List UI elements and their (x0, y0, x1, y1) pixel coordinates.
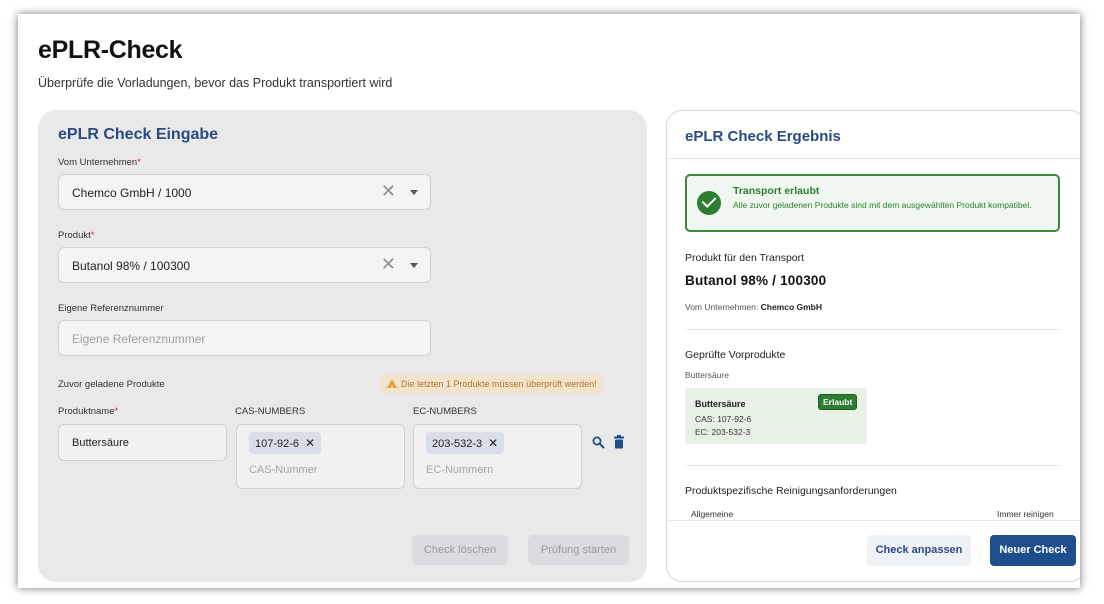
cas-chip: 107-92-6 ✕ (249, 432, 322, 454)
search-icon[interactable] (592, 436, 605, 449)
cleaning-value: Immer reinigen (997, 509, 1054, 519)
page-title: ePLR-Check (38, 36, 183, 64)
card-product-name: Buttersäure (695, 399, 746, 409)
product-select[interactable]: Butanol 98% / 100300 ✕ (58, 247, 431, 283)
page-subtitle: Überprüfe die Vorladungen, bevor das Pro… (38, 76, 393, 90)
transport-company: Vom Unternehmen: Chemco GmbH (685, 302, 823, 312)
input-panel: ePLR Check Eingabe Vom Unternehmen* Chem… (38, 110, 647, 582)
checked-product-card: Buttersäure Erlaubt CAS: 107-92-6 EC: 20… (685, 388, 867, 444)
check-circle-icon (697, 191, 721, 215)
reference-placeholder: Eigene Referenznummer (72, 332, 206, 346)
product-label: Produkt* (58, 230, 95, 241)
ec-number-input[interactable]: 203-532-3 ✕ EC-Nummern (413, 424, 582, 489)
trash-icon[interactable] (614, 435, 624, 449)
checked-sub: Buttersäure (685, 370, 729, 380)
col-ec-numbers: EC-NUMBERS (413, 406, 477, 417)
new-check-button[interactable]: Neuer Check (990, 535, 1076, 566)
transport-heading: Produkt für den Transport (685, 252, 805, 264)
col-product-name: Produktname* (58, 406, 119, 417)
reference-label: Eigene Referenznummer (58, 303, 164, 314)
warning-banner: Die letzten 1 Produkte müssen überprüft … (381, 374, 603, 399)
cas-number-input[interactable]: 107-92-6 ✕ CAS-Nummer (236, 424, 405, 489)
company-label: Vom Unternehmen* (58, 157, 141, 168)
product-name-value: Buttersäure (72, 437, 129, 449)
start-check-button[interactable]: Prüfung starten (528, 535, 629, 565)
checked-heading: Geprüfte Vorprodukte (685, 349, 786, 361)
result-panel-title: ePLR Check Ergebnis (685, 128, 841, 145)
divider (667, 158, 1080, 159)
ec-chip: 203-532-3 ✕ (426, 432, 505, 454)
close-icon[interactable]: ✕ (488, 436, 498, 450)
status-text: Alle zuvor geladenen Produkte sind mit d… (733, 200, 1032, 210)
divider (685, 329, 1060, 330)
company-select[interactable]: Chemco GmbH / 1000 ✕ (58, 174, 431, 210)
ec-placeholder: EC-Nummern (426, 464, 494, 476)
company-value: Chemco GmbH / 1000 (72, 186, 192, 200)
cleaning-general-label: Allgemeine (691, 509, 734, 519)
status-banner: Transport erlaubt Alle zuvor geladenen P… (685, 174, 1060, 232)
status-title: Transport erlaubt (733, 185, 820, 197)
divider (685, 465, 1060, 466)
status-badge: Erlaubt (818, 394, 858, 410)
close-icon[interactable]: ✕ (305, 436, 315, 450)
adjust-check-button[interactable]: Check anpassen (867, 535, 971, 566)
transport-product: Butanol 98% / 100300 (685, 273, 827, 288)
chevron-down-icon[interactable] (410, 190, 418, 195)
cas-placeholder: CAS-Nummer (249, 464, 318, 476)
col-cas-numbers: CAS-NUMBERS (235, 406, 306, 417)
footer-divider (667, 520, 1080, 521)
card-ec: EC: 203-532-3 (695, 427, 751, 437)
close-icon[interactable]: ✕ (381, 254, 396, 274)
cleaning-heading: Produktspezifische Reinigungsanforderung… (685, 485, 897, 497)
previous-products-label: Zuvor geladene Produkte (58, 379, 165, 390)
close-icon[interactable]: ✕ (381, 181, 396, 201)
clear-check-button[interactable]: Check löschen (412, 535, 508, 565)
warning-icon (387, 379, 397, 399)
input-panel-title: ePLR Check Eingabe (58, 126, 219, 143)
card-cas: CAS: 107-92-6 (695, 414, 752, 424)
app-window: ePLR-Check Überprüfe die Vorladungen, be… (18, 14, 1080, 588)
chevron-down-icon[interactable] (410, 263, 418, 268)
product-name-input[interactable]: Buttersäure (58, 424, 227, 461)
result-panel: ePLR Check Ergebnis Transport erlaubt Al… (666, 110, 1080, 582)
reference-input[interactable]: Eigene Referenznummer (58, 320, 431, 356)
product-value: Butanol 98% / 100300 (72, 259, 191, 273)
